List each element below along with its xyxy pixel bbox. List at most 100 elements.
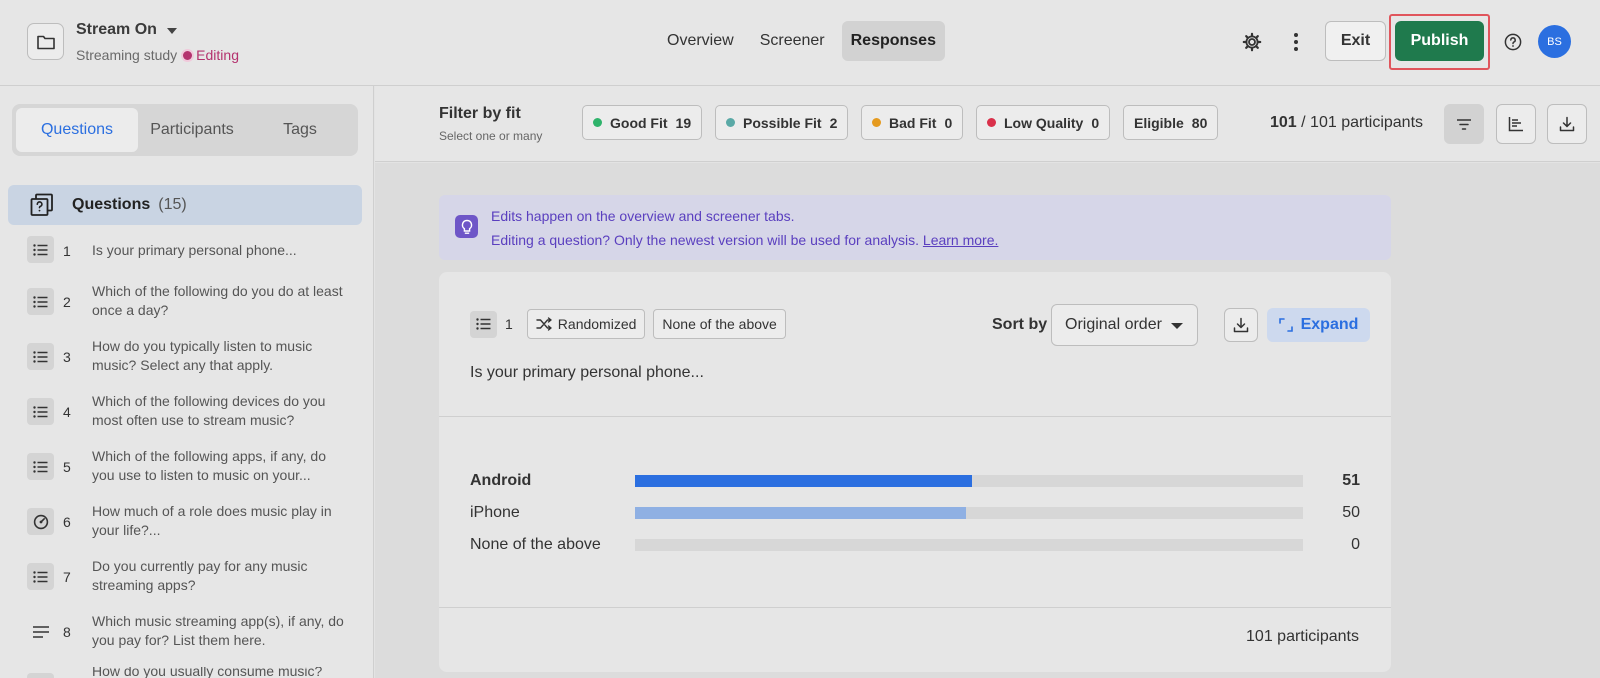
bar-value: 51: [1342, 472, 1360, 489]
filter-bar: Filter by fit Select one or many Good Fi…: [375, 86, 1600, 162]
chip-count: 2: [829, 114, 838, 131]
study-subtitle-row: Streaming study Editing: [76, 47, 239, 63]
bar-value: 50: [1342, 504, 1360, 521]
questions-header[interactable]: Questions (15): [8, 185, 362, 225]
download-question-button[interactable]: [1224, 308, 1258, 342]
tab-participants[interactable]: Participants: [138, 108, 246, 152]
folder-button[interactable]: [27, 23, 64, 60]
expand-button[interactable]: Expand: [1267, 308, 1370, 342]
sidebar-tabs: Questions Participants Tags: [12, 104, 358, 156]
filter-chip-possible-fit[interactable]: Possible Fit 2: [715, 105, 849, 140]
filter-toggle-button[interactable]: [1444, 104, 1484, 144]
chip-label: Possible Fit: [743, 114, 822, 131]
sort-by-label: Sort by: [992, 316, 1048, 333]
question-number: 8: [63, 624, 71, 640]
list-item[interactable]: 4 Which of the following devices do you …: [0, 392, 374, 432]
settings-button[interactable]: [1240, 30, 1264, 54]
help-icon: [1504, 33, 1522, 51]
download-icon: [1233, 317, 1249, 333]
gear-icon: [1242, 32, 1262, 52]
bar-row-android: Android 51: [470, 472, 1360, 492]
chevron-down-icon: [1171, 323, 1183, 329]
divider: [439, 607, 1391, 608]
questions-title: Questions: [72, 196, 151, 213]
top-bar: Stream On Streaming study Editing Overvi…: [0, 0, 1600, 86]
list-item[interactable]: 2 Which of the following do you do at le…: [0, 282, 374, 322]
question-text: How much of a role does music play in yo…: [92, 503, 332, 538]
questions-stack-icon: [30, 193, 53, 216]
bar-track: [635, 507, 1303, 519]
tab-tags[interactable]: Tags: [246, 108, 354, 152]
filter-chip-eligible[interactable]: Eligible 80: [1123, 105, 1219, 140]
filter-subtitle: Select one or many: [439, 129, 543, 143]
chip-label: Eligible: [1134, 114, 1184, 131]
avatar[interactable]: BS: [1538, 25, 1571, 58]
exit-button[interactable]: Exit: [1325, 21, 1386, 61]
list-item[interactable]: 6 How much of a role does music play in …: [0, 502, 374, 542]
nav-responses[interactable]: Responses: [841, 21, 945, 61]
learn-more-link[interactable]: Learn more.: [923, 232, 998, 248]
status-dot-icon: [183, 50, 193, 60]
question-number: 4: [63, 404, 71, 420]
info-line-2: Editing a question? Only the newest vers…: [491, 232, 998, 248]
chip-count: 19: [675, 114, 692, 131]
question-number: 6: [63, 514, 71, 530]
questions-count: (15): [158, 196, 187, 213]
list-item[interactable]: 8 Which music streaming app(s), if any, …: [0, 612, 374, 652]
chip-label: Bad Fit: [889, 114, 937, 131]
filter-chip-low-quality[interactable]: Low Quality 0: [976, 105, 1111, 140]
download-all-button[interactable]: [1547, 104, 1587, 144]
more-options-button[interactable]: [1286, 30, 1306, 54]
info-line-1: Edits happen on the overview and screene…: [491, 208, 795, 224]
question-text: Which of the following apps, if any, do …: [92, 448, 326, 483]
list-icon: [470, 310, 497, 338]
info-banner: Edits happen on the overview and screene…: [439, 195, 1391, 260]
list-item[interactable]: 3 How do you typically listen to music m…: [0, 337, 374, 377]
list-item[interactable]: 1 Is your primary personal phone...: [0, 233, 374, 263]
text-lines-icon: [27, 618, 54, 645]
study-title-dropdown[interactable]: Stream On: [76, 21, 177, 39]
filter-chip-bad-fit[interactable]: Bad Fit 0: [861, 105, 964, 140]
nav-overview[interactable]: Overview: [658, 21, 743, 61]
list-icon: [27, 236, 54, 263]
help-button[interactable]: [1502, 31, 1524, 53]
study-title: Stream On: [76, 21, 157, 38]
chart-view-button[interactable]: [1496, 104, 1536, 144]
bar-row-iphone: iPhone 50: [470, 504, 1360, 524]
tab-questions[interactable]: Questions: [16, 108, 138, 152]
download-icon: [1559, 116, 1575, 132]
question-text: Which music streaming app(s), if any, do…: [92, 613, 344, 648]
filter-chip-good-fit[interactable]: Good Fit 19: [582, 105, 703, 140]
good-fit-dot-icon: [593, 118, 602, 127]
question-meta-row: 1 Randomized None of the above: [470, 309, 786, 339]
info-line-2-text: Editing a question? Only the newest vers…: [491, 232, 920, 248]
status-badge: Editing: [183, 47, 239, 63]
expand-icon: [1278, 318, 1293, 332]
nav-screener[interactable]: Screener: [751, 21, 834, 61]
question-number: 1: [63, 243, 71, 259]
question-card: 1 Randomized None of the above Sort by O…: [439, 272, 1391, 672]
divider: [439, 416, 1391, 417]
sort-select[interactable]: Original order: [1051, 304, 1198, 346]
lightbulb-icon: [455, 215, 478, 238]
question-number: 5: [63, 459, 71, 475]
category-label: None of the above: [470, 536, 601, 553]
randomized-tag: Randomized: [526, 309, 646, 339]
low-quality-dot-icon: [987, 118, 996, 127]
participants-total: / 101 participants: [1301, 114, 1424, 131]
publish-button[interactable]: Publish: [1395, 21, 1484, 61]
bar-fill: [635, 475, 973, 487]
bar-row-none: None of the above 0: [470, 536, 1360, 556]
category-label: iPhone: [470, 504, 520, 521]
sort-value: Original order: [1065, 316, 1162, 333]
list-item[interactable]: 5 Which of the following apps, if any, d…: [0, 447, 374, 487]
list-item[interactable]: 7 Do you currently pay for any music str…: [0, 557, 374, 597]
question-number: 3: [63, 349, 71, 365]
status-label: Editing: [196, 47, 239, 63]
question-text: Is your primary personal phone...: [470, 364, 704, 381]
list-icon: [27, 288, 54, 315]
list-item[interactable]: How do you usually consume music?: [0, 667, 374, 678]
kebab-menu-icon: [1294, 33, 1298, 51]
gauge-icon: [27, 508, 54, 535]
question-text: Do you currently pay for any music strea…: [92, 558, 308, 593]
